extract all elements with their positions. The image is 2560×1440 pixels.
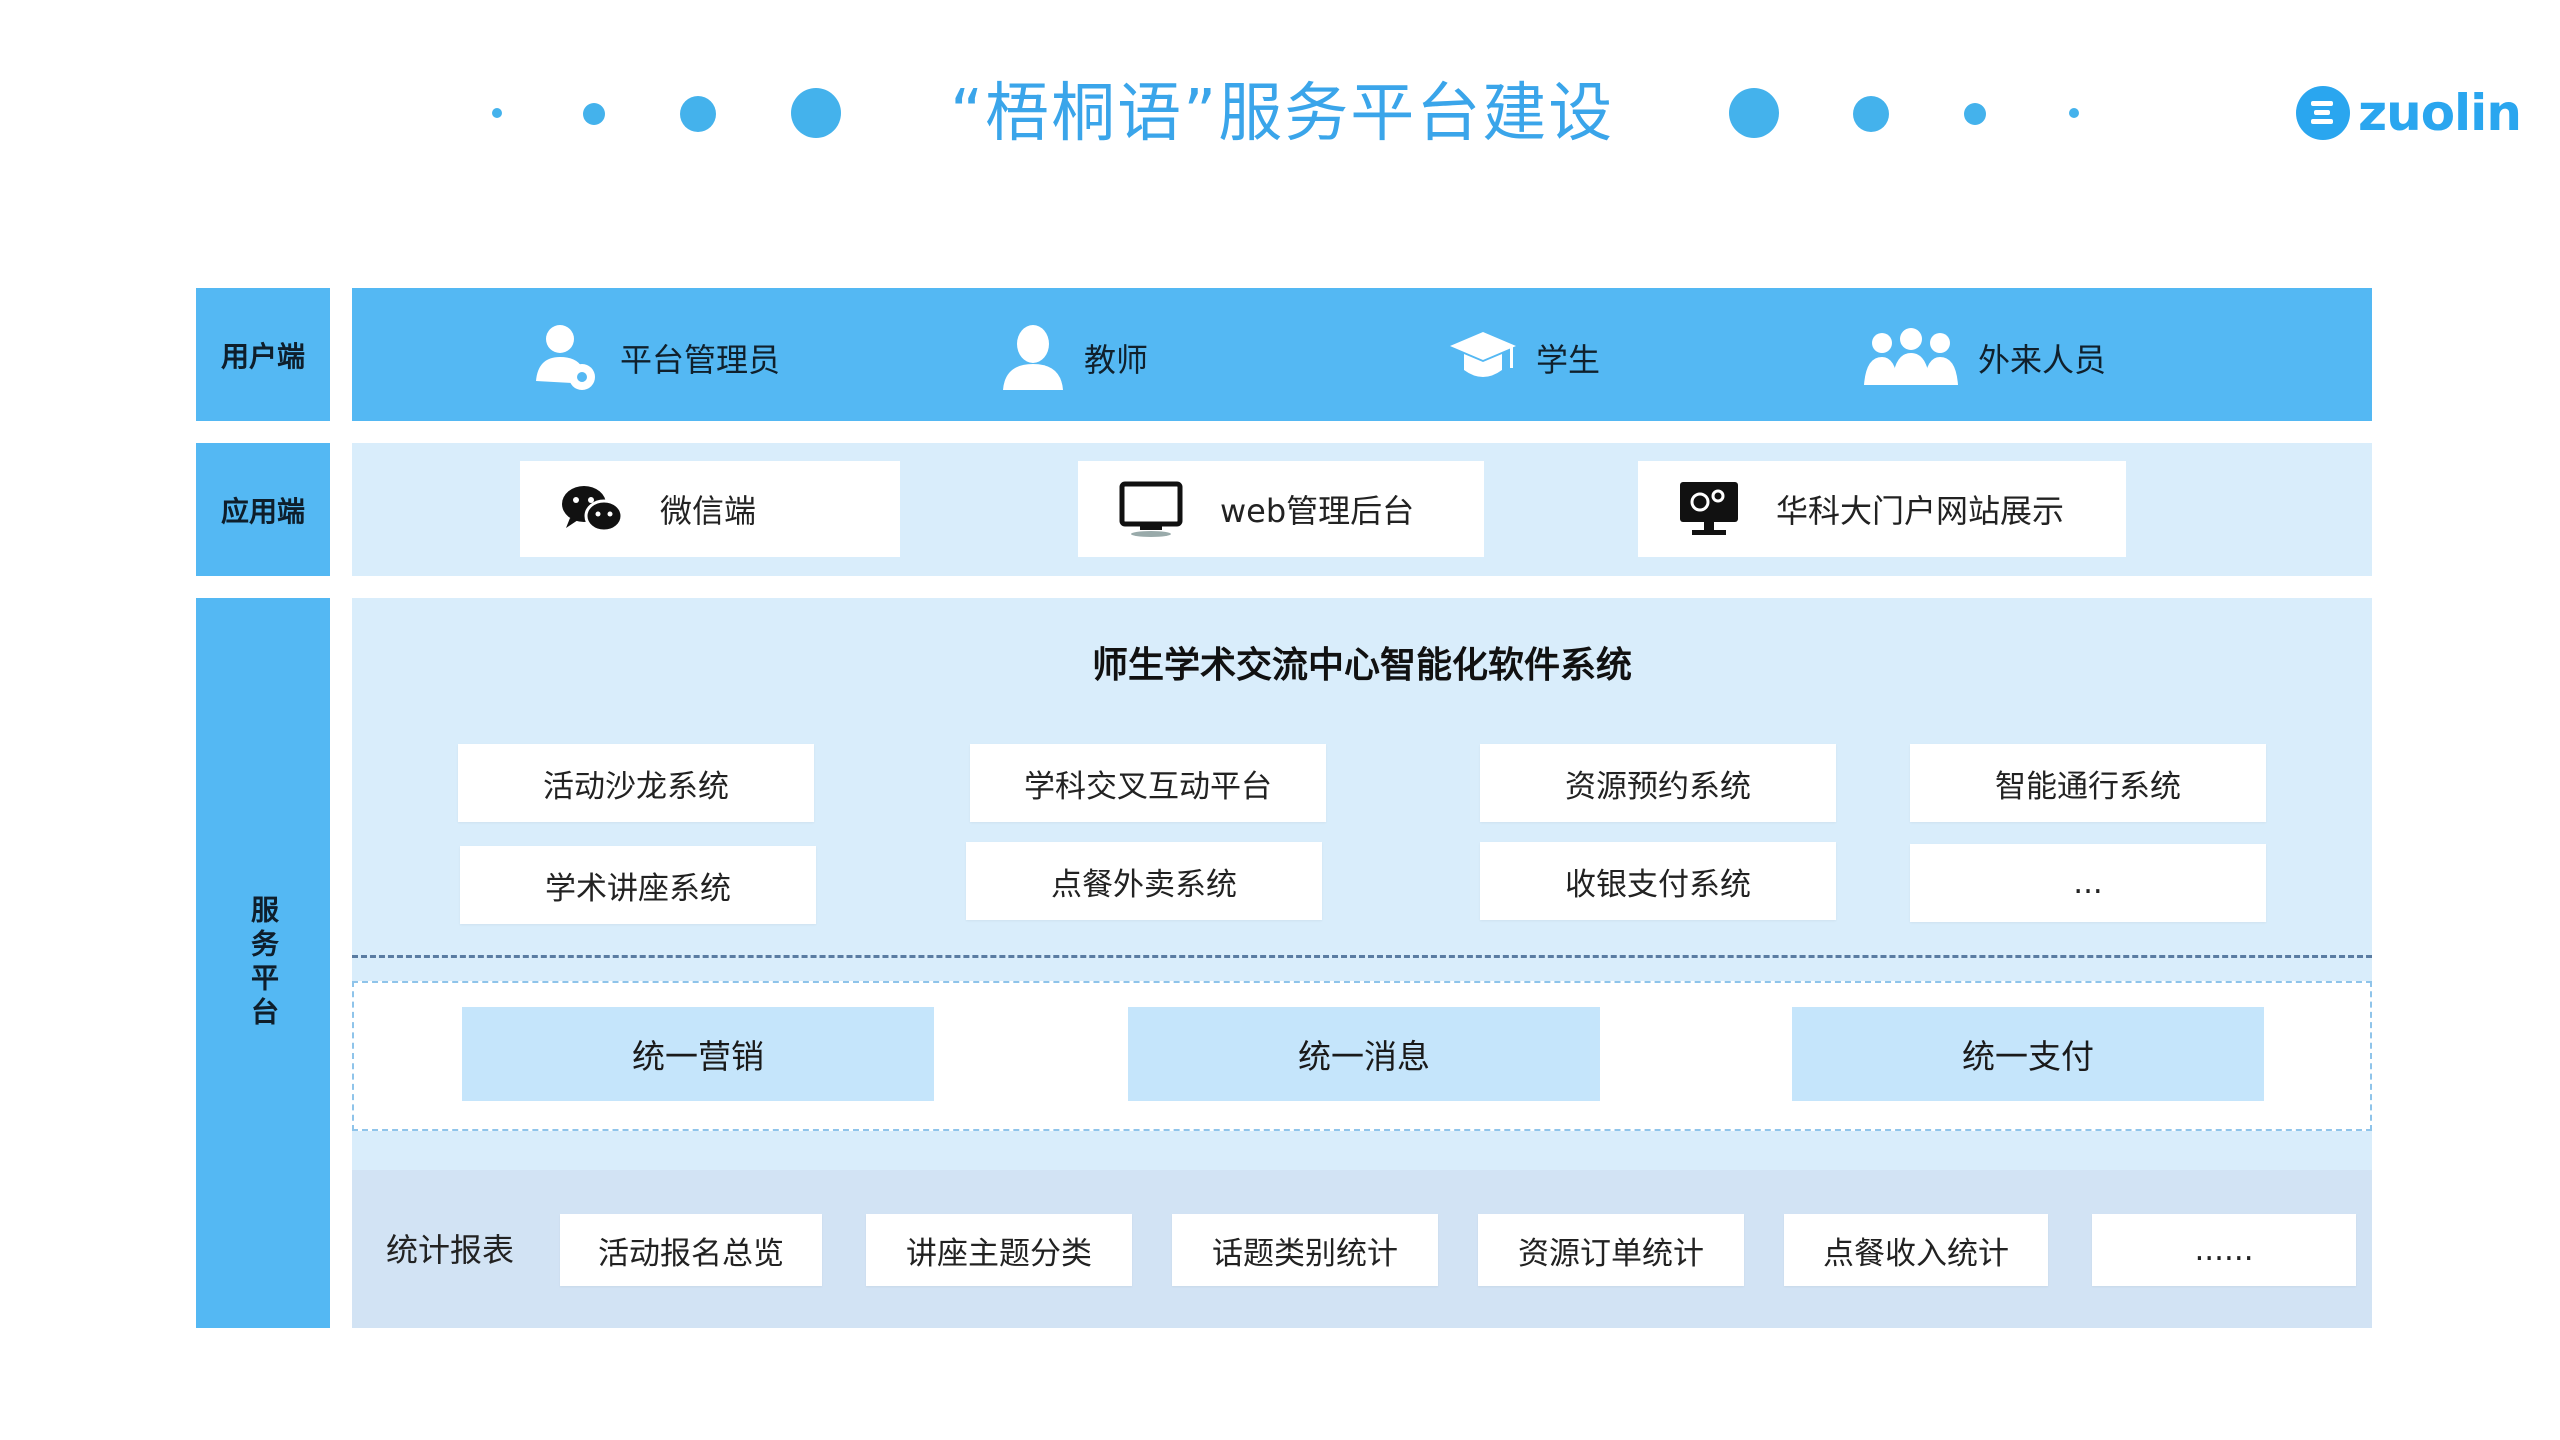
system-title: 师生学术交流中心智能化软件系统 <box>1091 645 1632 686</box>
stats-item: 讲座主题分类 <box>866 1214 1132 1286</box>
user-label: 学生 <box>1536 341 1601 379</box>
system-box: 点餐外卖系统 <box>966 842 1322 920</box>
decor-dot <box>791 88 841 138</box>
stats-item: 话题类别统计 <box>1172 1214 1438 1286</box>
person-icon <box>1003 325 1063 390</box>
stats-item: 资源订单统计 <box>1478 1214 1744 1286</box>
user-platform-admin: 平台管理员 <box>532 318 780 398</box>
label-service-platform: 服务平台 <box>196 598 330 1328</box>
stats-item: 点餐收入统计 <box>1784 1214 2048 1286</box>
user-label: 教师 <box>1084 341 1149 379</box>
decor-dot <box>1853 96 1889 132</box>
stats-item: 活动报名总览 <box>560 1214 822 1286</box>
user-student: 学生 <box>1448 318 1600 398</box>
page-title: “梧桐语”服务平台建设 <box>950 77 1615 151</box>
zuolin-logo: zuolin <box>2296 82 2522 144</box>
system-box: 活动沙龙系统 <box>458 744 814 822</box>
decor-dot <box>583 103 605 125</box>
decor-dot <box>492 108 502 118</box>
app-wechat: 微信端 <box>520 461 900 557</box>
system-box-more: ... <box>1910 844 2266 922</box>
monitor-icon <box>1119 481 1183 537</box>
label-app-side: 应用端 <box>196 443 330 576</box>
unified-messaging: 统一消息 <box>1128 1007 1600 1101</box>
decor-dot <box>1729 88 1779 138</box>
system-box: 智能通行系统 <box>1910 744 2266 822</box>
wechat-icon <box>562 486 624 533</box>
admin-gear-icon <box>536 325 595 390</box>
decor-dot <box>2069 108 2079 118</box>
zuolin-logo-icon <box>2296 86 2350 140</box>
user-teacher: 教师 <box>1000 318 1148 398</box>
system-box: 学科交叉互动平台 <box>970 744 1326 822</box>
stats-label: 统计报表 <box>386 1231 515 1269</box>
app-web-admin: web管理后台 <box>1078 461 1484 557</box>
system-box: 资源预约系统 <box>1480 744 1836 822</box>
user-label: 平台管理员 <box>620 341 781 379</box>
website-screen-icon <box>1680 482 1738 535</box>
group-icon <box>1864 328 1958 385</box>
decor-dot <box>1964 103 1986 125</box>
logo-text: zuolin <box>2358 84 2522 142</box>
system-box: 收银支付系统 <box>1480 842 1836 920</box>
graduation-cap-icon <box>1450 332 1516 377</box>
system-box: 学术讲座系统 <box>460 846 816 924</box>
user-visitors: 外来人员 <box>1862 318 2106 398</box>
unified-marketing: 统一营销 <box>462 1007 934 1101</box>
app-label: 华科大门户网站展示 <box>1776 492 2065 530</box>
divider-dashed <box>352 955 2372 958</box>
app-label: web管理后台 <box>1220 492 1415 530</box>
app-label: 微信端 <box>660 492 757 530</box>
decor-dot <box>680 96 716 132</box>
app-portal-site: 华科大门户网站展示 <box>1638 461 2126 557</box>
stats-item-more: ...... <box>2092 1214 2356 1286</box>
user-label: 外来人员 <box>1978 341 2107 379</box>
label-user-side: 用户端 <box>196 288 330 421</box>
unified-payment: 统一支付 <box>1792 1007 2264 1101</box>
